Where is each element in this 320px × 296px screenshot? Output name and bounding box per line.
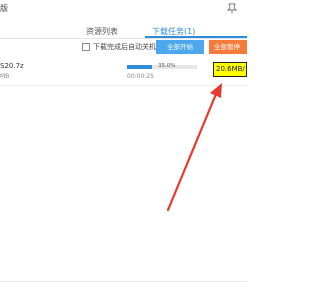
pause-all-button[interactable]: 全部暂停: [209, 40, 247, 54]
download-row[interactable]: S20.7z MB 35.0% 00:00:25 20.6MB/: [0, 58, 247, 85]
start-all-button[interactable]: 全部开始: [156, 40, 204, 54]
footer-divider: [0, 281, 247, 282]
tab-resource-list[interactable]: 资源列表: [86, 26, 118, 37]
pin-icon[interactable]: [227, 3, 237, 14]
auto-shutdown-label: 下载完成后自动关机: [93, 43, 156, 51]
file-name: S20.7z: [0, 62, 24, 70]
auto-shutdown-option[interactable]: 下载完成后自动关机: [82, 42, 156, 52]
auto-shutdown-checkbox[interactable]: [82, 43, 90, 51]
elapsed-time: 00:00:25: [127, 73, 154, 80]
file-size: MB: [0, 73, 10, 80]
window-title: 版: [0, 4, 8, 13]
tab-bar-divider: [0, 38, 247, 39]
row-divider: [0, 85, 247, 86]
progress-percent: 35.0%: [158, 63, 176, 69]
download-manager-window: 版 资源列表 下载任务(1) 下载完成后自动关机 全部开始 全部暂停 S20.7…: [0, 0, 247, 296]
download-speed-highlight: 20.6MB/: [213, 62, 247, 77]
download-progress-fill: [127, 65, 152, 69]
